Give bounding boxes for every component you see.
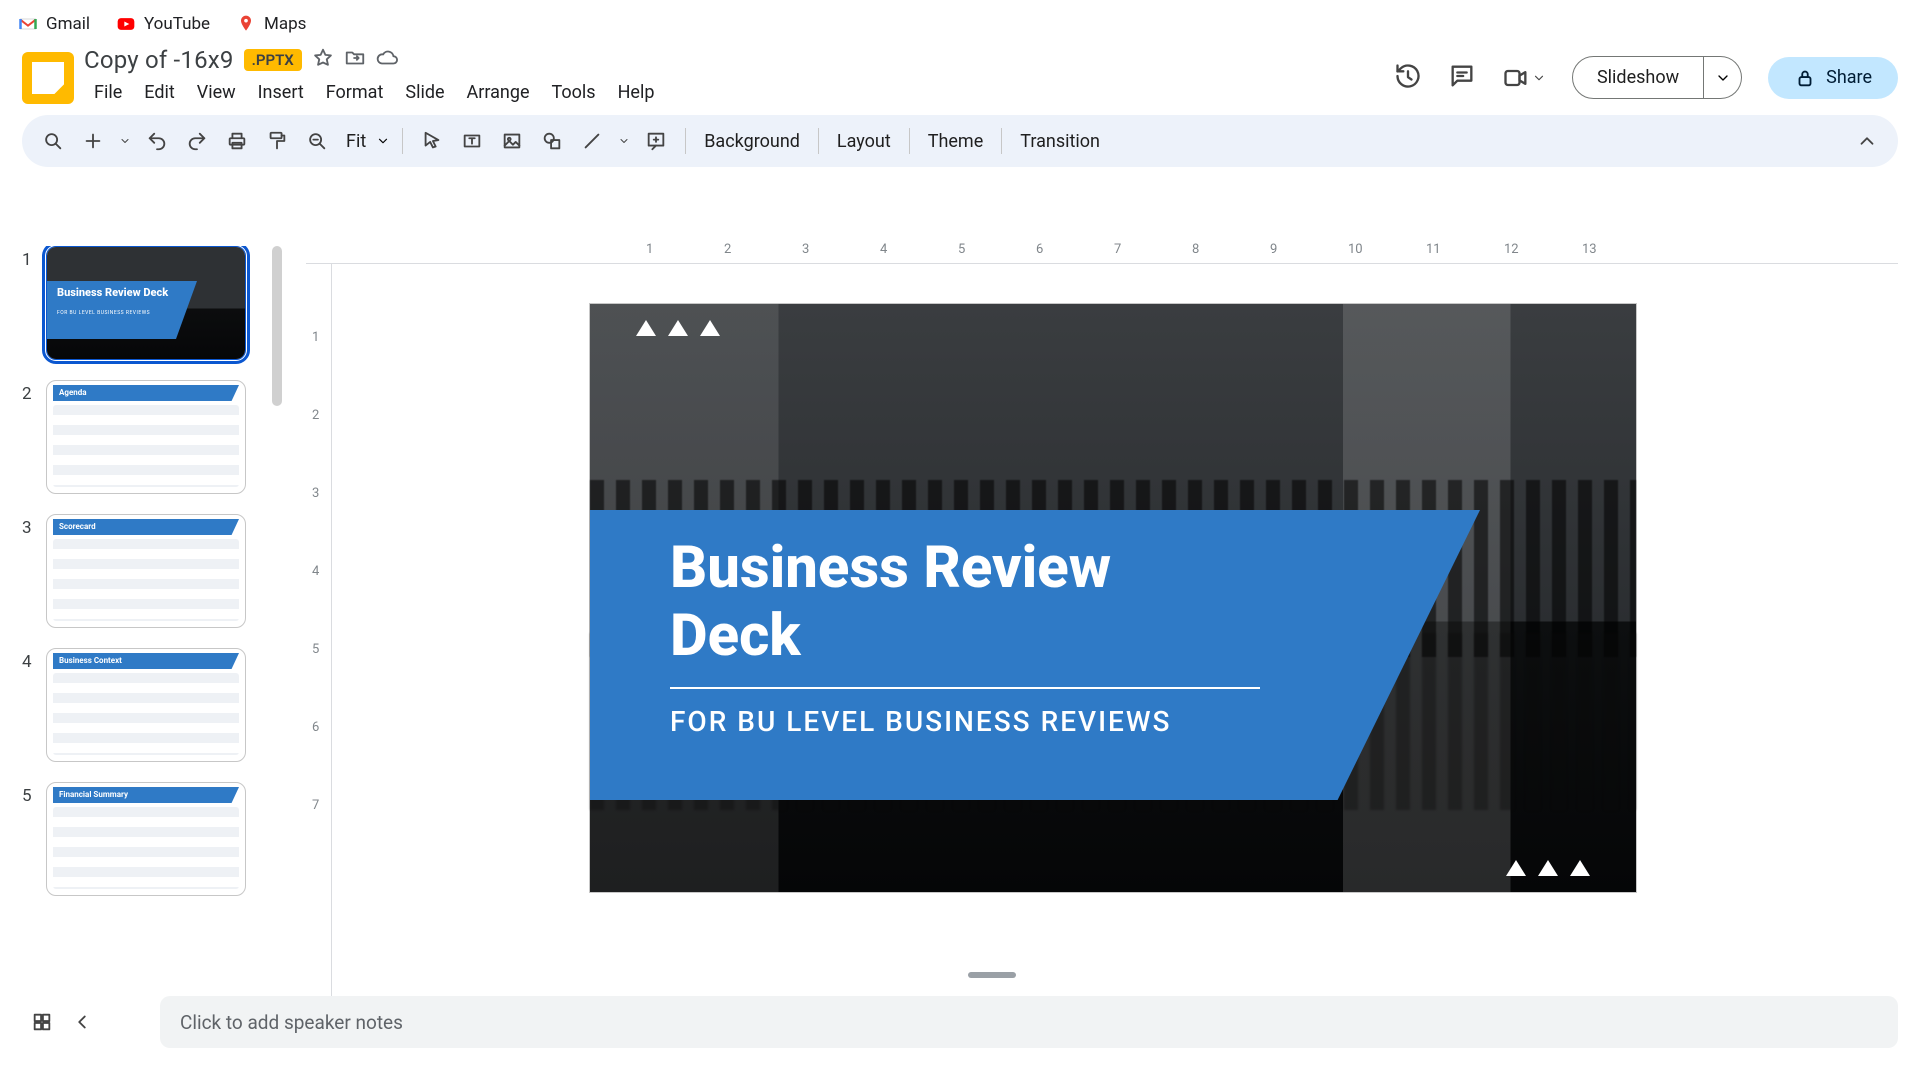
current-slide[interactable]: Business ReviewDeck FOR BU LEVEL BUSINES… — [590, 304, 1636, 892]
zoom-value: Fit — [340, 131, 372, 152]
line-dropdown-icon[interactable] — [615, 124, 633, 158]
menu-format[interactable]: Format — [316, 78, 394, 107]
chevron-down-icon — [376, 130, 390, 152]
thumb-number: 3 — [22, 514, 46, 538]
slideshow-button[interactable]: Slideshow — [1572, 56, 1704, 99]
meet-video-icon[interactable] — [1502, 64, 1546, 92]
cloud-saved-icon[interactable] — [376, 47, 398, 73]
bottom-bar: Click to add speaker notes — [22, 996, 1898, 1048]
undo-icon[interactable] — [140, 124, 174, 158]
line-tool-icon[interactable] — [575, 124, 609, 158]
youtube-icon — [116, 14, 136, 34]
browser-bookmarks-bar: Gmail YouTube Maps — [0, 0, 1920, 40]
slide-thumb-3[interactable]: Scorecard — [46, 514, 246, 628]
slides-logo-icon[interactable] — [22, 52, 74, 104]
thumb-number: 1 — [22, 246, 46, 270]
zoom-out-icon[interactable] — [300, 124, 334, 158]
comment-add-icon[interactable] — [639, 124, 673, 158]
thumb-number: 5 — [22, 782, 46, 806]
thumb-number: 2 — [22, 380, 46, 404]
theme-button[interactable]: Theme — [922, 131, 990, 152]
slide-thumbnails[interactable]: 1Business Review DeckFOR BU LEVEL BUSINE… — [22, 246, 272, 1000]
maps-pin-icon — [236, 14, 256, 34]
print-icon[interactable] — [220, 124, 254, 158]
speaker-notes-placeholder: Click to add speaker notes — [180, 1011, 403, 1034]
toolbar: Fit Background Layout Theme Transition — [22, 115, 1898, 167]
notes-resize-handle[interactable] — [968, 972, 1016, 978]
slideshow-dropdown[interactable] — [1704, 56, 1742, 99]
bookmark-label: Maps — [264, 14, 306, 34]
new-slide-icon[interactable] — [76, 124, 110, 158]
textbox-icon[interactable] — [455, 124, 489, 158]
transition-button[interactable]: Transition — [1014, 131, 1106, 152]
menu-tools[interactable]: Tools — [542, 78, 606, 107]
slide-thumb-1[interactable]: Business Review DeckFOR BU LEVEL BUSINES… — [46, 246, 246, 360]
menu-help[interactable]: Help — [608, 78, 665, 107]
bookmark-label: YouTube — [144, 14, 210, 34]
image-icon[interactable] — [495, 124, 529, 158]
app-header: Copy of -16x9 .PPTX File Edit View Inser… — [0, 40, 1920, 107]
file-format-badge: .PPTX — [244, 49, 302, 71]
background-button[interactable]: Background — [698, 131, 806, 152]
share-label: Share — [1826, 67, 1872, 88]
thumbnails-scrollbar[interactable] — [272, 246, 282, 406]
select-tool-icon[interactable] — [415, 124, 449, 158]
lock-icon — [1794, 67, 1816, 89]
decoration-triangles-top — [636, 320, 720, 336]
collapse-filmstrip-icon[interactable] — [62, 1002, 102, 1042]
title-banner[interactable]: Business ReviewDeck FOR BU LEVEL BUSINES… — [590, 510, 1480, 800]
menu-arrange[interactable]: Arrange — [457, 78, 540, 107]
zoom-level[interactable]: Fit — [340, 130, 390, 152]
comments-icon[interactable] — [1448, 62, 1476, 94]
slide-thumb-2[interactable]: Agenda — [46, 380, 246, 494]
bookmark-youtube[interactable]: YouTube — [116, 14, 210, 34]
editor-main: 1Business Review DeckFOR BU LEVEL BUSINE… — [0, 236, 1920, 1080]
menu-insert[interactable]: Insert — [248, 78, 314, 107]
thumb-number: 4 — [22, 648, 46, 672]
document-title[interactable]: Copy of -16x9 — [84, 46, 234, 74]
menu-bar: File Edit View Insert Format Slide Arran… — [84, 78, 664, 107]
move-folder-icon[interactable] — [344, 47, 366, 73]
menu-edit[interactable]: Edit — [134, 78, 184, 107]
slide-subtitle[interactable]: FOR BU LEVEL BUSINESS REVIEWS — [670, 705, 1400, 738]
ruler-vertical: 1234567 — [306, 264, 332, 1000]
bookmark-gmail[interactable]: Gmail — [18, 14, 90, 34]
menu-view[interactable]: View — [187, 78, 246, 107]
bookmark-label: Gmail — [46, 14, 90, 34]
gmail-icon — [18, 14, 38, 34]
grid-view-icon[interactable] — [22, 1002, 62, 1042]
search-menus-icon[interactable] — [36, 124, 70, 158]
decoration-triangles-bottom — [1506, 860, 1590, 876]
menu-slide[interactable]: Slide — [395, 78, 454, 107]
new-slide-dropdown-icon[interactable] — [116, 124, 134, 158]
star-icon[interactable] — [312, 47, 334, 73]
title-divider — [670, 687, 1260, 689]
slide-thumb-5[interactable]: Financial Summary — [46, 782, 246, 896]
slide-title[interactable]: Business ReviewDeck — [670, 534, 1400, 671]
shape-icon[interactable] — [535, 124, 569, 158]
share-button[interactable]: Share — [1768, 57, 1898, 99]
collapse-toolbar-icon[interactable] — [1850, 124, 1884, 158]
redo-icon[interactable] — [180, 124, 214, 158]
speaker-notes-input[interactable]: Click to add speaker notes — [160, 996, 1898, 1048]
layout-button[interactable]: Layout — [831, 131, 897, 152]
paint-format-icon[interactable] — [260, 124, 294, 158]
menu-file[interactable]: File — [84, 78, 132, 107]
slide-canvas[interactable]: Business ReviewDeck FOR BU LEVEL BUSINES… — [332, 264, 1898, 1000]
bookmark-maps[interactable]: Maps — [236, 14, 306, 34]
slide-thumb-4[interactable]: Business Context — [46, 648, 246, 762]
version-history-icon[interactable] — [1394, 62, 1422, 94]
ruler-horizontal: 12345678910111213 — [306, 236, 1898, 264]
